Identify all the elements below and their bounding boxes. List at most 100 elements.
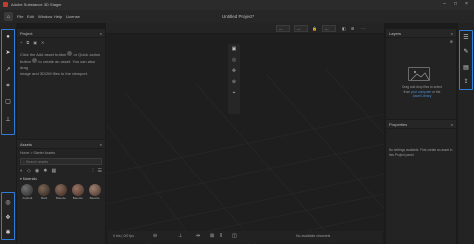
- pause-icon[interactable]: ‖: [220, 233, 222, 239]
- quick-action-inline-icon: [32, 58, 38, 63]
- right-toolbar: ☰ ✎ ▤ ⇪: [458, 23, 474, 244]
- lock-icon[interactable]: 🔒: [312, 26, 317, 31]
- zoom-icon[interactable]: ⊕: [228, 77, 240, 88]
- empty-message-line-4: to create an asset. You can also drag: [20, 59, 96, 70]
- place-tool-icon[interactable]: ⊥: [3, 115, 13, 125]
- filter-icon[interactable]: ⫶: [92, 168, 93, 174]
- project-toolbar: + ⧉ ▣ ✕: [17, 38, 105, 47]
- settings-icon[interactable]: ✱: [3, 228, 13, 238]
- select-tool-icon[interactable]: ➤: [3, 48, 13, 58]
- material-label: Bark: [41, 196, 48, 200]
- images-icon[interactable]: ▦: [51, 168, 56, 174]
- viewport-side-tools: ▣ ◎ ✥ ⊕ ⌖: [228, 44, 240, 114]
- layers-panel-header: Layers ×: [386, 29, 456, 38]
- properties-panel-header: Properties ×: [386, 120, 456, 129]
- materials-section-title: Materials: [22, 177, 37, 181]
- menu-file[interactable]: File: [17, 14, 23, 19]
- drop-hint-from: from: [403, 89, 411, 94]
- more-options-icon[interactable]: ⋯: [361, 26, 365, 31]
- empty-message-line-5: image and 3D/2M files to the viewport.: [20, 71, 89, 76]
- lights-icon[interactable]: ✸: [43, 168, 47, 174]
- close-icon[interactable]: ×: [100, 31, 102, 36]
- home-icon[interactable]: ⌂: [4, 12, 13, 21]
- zoom-icon[interactable]: ⊖: [153, 233, 157, 239]
- project-panel: Project × + ⧉ ▣ ✕ Click the Add asset bu…: [17, 29, 105, 139]
- project-panel-title: Project: [20, 31, 33, 36]
- viewport-toolbar: --- --- 🔒 --- ◧ ⊞ ⋯: [106, 23, 384, 34]
- material-tile[interactable]: Asphalt: [20, 184, 35, 200]
- group-icon[interactable]: ▣: [33, 40, 37, 45]
- viewport[interactable]: ▣ ◎ ✥ ⊕ ⌖ 0 tris | 0/0 fps ⊖ ⊥ ⇹ ⊠ ‖ ◫ N…: [106, 34, 384, 244]
- empty-message-line-2: or Quick action: [73, 52, 101, 57]
- add-asset-icon[interactable]: +: [20, 40, 22, 45]
- maximize-icon[interactable]: □: [451, 1, 460, 8]
- crop-tool-icon[interactable]: ⌗: [3, 81, 13, 91]
- all-assets-icon[interactable]: ◐: [20, 168, 23, 174]
- material-tile[interactable]: Bauxite: [87, 184, 102, 200]
- add-layer-icon[interactable]: ⊕: [450, 39, 453, 44]
- brush-icon[interactable]: ✎: [461, 47, 471, 57]
- menu-license[interactable]: License: [66, 14, 80, 19]
- material-thumbnail: [38, 184, 51, 196]
- material-label: Bauxite: [89, 196, 100, 200]
- empty-message-line-3: button: [20, 59, 32, 64]
- menu-help[interactable]: Help: [54, 14, 62, 19]
- properties-panel: Properties × No settings available. Firs…: [386, 120, 456, 244]
- scene-tool-icon[interactable]: ●: [3, 32, 13, 42]
- export-icon[interactable]: ⇪: [461, 77, 471, 87]
- align-icon[interactable]: ⊥: [178, 233, 182, 239]
- breadcrumb-current[interactable]: Starter Assets: [33, 151, 55, 155]
- snap-icon[interactable]: ⊠: [210, 233, 214, 239]
- material-tile[interactable]: Bark: [37, 184, 52, 200]
- app-logo-icon: [3, 1, 8, 7]
- asset-library-link[interactable]: Asset Library: [413, 94, 432, 98]
- material-tile[interactable]: Bauxite: [54, 184, 69, 200]
- delete-icon[interactable]: ✕: [41, 40, 44, 45]
- document-icon[interactable]: ▤: [461, 63, 471, 73]
- assets-icon[interactable]: ❖: [3, 213, 13, 223]
- materials-icon[interactable]: ◉: [35, 168, 39, 174]
- project-empty-message: Click the Add asset button or Quick acti…: [17, 47, 105, 81]
- image-placeholder-icon: [410, 70, 430, 81]
- asset-type-tabs: ◐ ◇ ◉ ✸ ▦ ⫶ ☰: [17, 166, 105, 176]
- layers-toolbar: ⊕: [386, 38, 456, 46]
- material-tile[interactable]: Bauxite: [70, 184, 85, 200]
- menu-edit[interactable]: Edit: [27, 14, 34, 19]
- models-icon[interactable]: ◇: [27, 168, 31, 174]
- materials-grid: Asphalt Bark Bauxite Bauxite Bauxite: [17, 182, 105, 202]
- camera-view-icon[interactable]: ▣: [228, 44, 240, 55]
- material-label: Asphalt: [22, 196, 33, 200]
- close-icon[interactable]: ×: [462, 1, 471, 8]
- duplicate-icon[interactable]: ⧉: [26, 40, 29, 45]
- layers-panel-title: Layers: [389, 31, 402, 36]
- resolution-dropdown[interactable]: ---: [322, 25, 336, 32]
- minimize-icon[interactable]: –: [440, 1, 449, 8]
- breadcrumb-home[interactable]: Home: [20, 151, 29, 155]
- render-icon[interactable]: ◎: [3, 198, 13, 208]
- close-icon[interactable]: ×: [100, 142, 102, 147]
- frame-tool-icon[interactable]: ▢: [3, 97, 13, 107]
- grid-icon[interactable]: ⊞: [351, 26, 354, 31]
- move-tool-icon[interactable]: ↗: [3, 65, 13, 75]
- ground-grid: [106, 68, 384, 244]
- assets-search-input[interactable]: ⌕ Search assets: [20, 158, 102, 165]
- camera-icon[interactable]: ◧: [342, 26, 346, 31]
- close-icon[interactable]: ×: [451, 31, 453, 36]
- properties-panel-title: Properties: [389, 122, 408, 127]
- distribute-icon[interactable]: ⇹: [196, 233, 200, 239]
- layers-icon[interactable]: ☰: [461, 33, 471, 43]
- viewport-bottom-bar: 0 tris | 0/0 fps ⊖ ⊥ ⇹ ⊠ ‖ ◫ No availabl…: [108, 231, 382, 243]
- orbit-icon[interactable]: ◎: [228, 55, 240, 66]
- frame-icon[interactable]: ⌖: [228, 88, 240, 99]
- pan-icon[interactable]: ✥: [228, 66, 240, 77]
- split-view-icon[interactable]: ◫: [232, 233, 237, 239]
- view-dropdown[interactable]: ---: [294, 25, 308, 32]
- close-icon[interactable]: ×: [451, 122, 453, 127]
- menu-window[interactable]: Window: [38, 14, 52, 19]
- material-label: Bauxite: [72, 196, 83, 200]
- document-title: Untitled Project*: [222, 14, 255, 19]
- view-options-icon[interactable]: ☰: [98, 168, 102, 174]
- your-computer-link[interactable]: your computer: [411, 90, 431, 94]
- camera-dropdown[interactable]: ---: [276, 25, 290, 32]
- chevron-down-icon: ▾: [20, 177, 22, 181]
